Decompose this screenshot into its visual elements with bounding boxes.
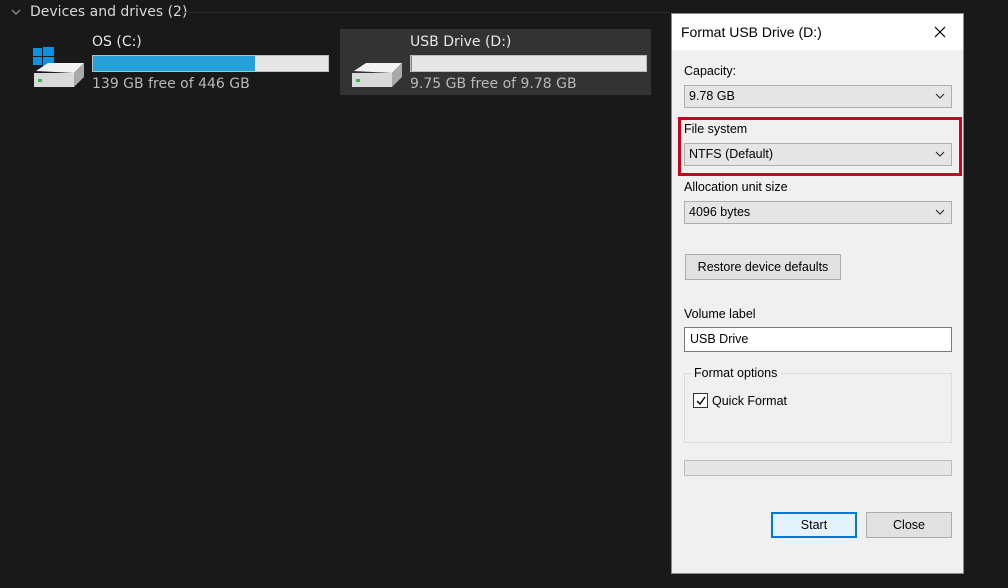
dialog-title: Format USB Drive (D:) (681, 24, 822, 40)
allocation-label: Allocation unit size (684, 180, 788, 194)
capacity-label: Capacity: (684, 64, 737, 78)
quick-format-checkbox[interactable] (693, 393, 708, 408)
drive-name: USB Drive (D:) (410, 34, 512, 50)
dialog-titlebar[interactable]: Format USB Drive (D:) (672, 14, 963, 50)
close-button[interactable]: Close (866, 512, 952, 538)
drive-free-space: 139 GB free of 446 GB (92, 76, 250, 92)
drive-usage-bar (92, 55, 329, 72)
capacity-value: 9.78 GB (689, 89, 735, 103)
chevron-down-icon (11, 9, 21, 15)
chevron-down-icon (935, 209, 945, 215)
allocation-select[interactable]: 4096 bytes (684, 201, 952, 224)
format-dialog: Format USB Drive (D:) Capacity: 9.78 GB … (671, 13, 964, 574)
start-button[interactable]: Start (771, 512, 857, 538)
drive-usage-bar (410, 55, 647, 72)
chevron-down-icon (935, 93, 945, 99)
checkmark-icon (696, 396, 706, 405)
section-title: Devices and drives (2) (30, 4, 188, 20)
format-options-group: Format options Quick Format (684, 366, 952, 443)
close-icon (934, 26, 946, 38)
drive-tile-c[interactable]: OS (C:) 139 GB free of 446 GB (22, 29, 332, 95)
close-window-button[interactable] (917, 14, 963, 50)
filesystem-highlight-box (678, 117, 962, 176)
devices-section-header[interactable]: Devices and drives (2) (10, 3, 187, 21)
volume-label-label: Volume label (684, 307, 756, 321)
windows-drive-icon (33, 47, 84, 87)
volume-label-input[interactable]: USB Drive (684, 327, 952, 352)
usb-drive-icon (352, 63, 402, 87)
drive-name: OS (C:) (92, 34, 142, 50)
capacity-select[interactable]: 9.78 GB (684, 85, 952, 108)
drive-tile-usb[interactable]: USB Drive (D:) 9.75 GB free of 9.78 GB (340, 29, 651, 95)
format-progress-bar (684, 460, 952, 476)
drive-free-space: 9.75 GB free of 9.78 GB (410, 76, 577, 92)
allocation-value: 4096 bytes (689, 205, 751, 219)
restore-defaults-button[interactable]: Restore device defaults (685, 254, 841, 280)
drive-usage-fill (93, 56, 255, 71)
quick-format-label: Quick Format (712, 393, 788, 408)
format-options-label: Format options (691, 366, 781, 380)
section-divider (182, 12, 670, 13)
drive-usage-fill (411, 56, 412, 71)
quick-format-option[interactable]: Quick Format (693, 393, 787, 408)
